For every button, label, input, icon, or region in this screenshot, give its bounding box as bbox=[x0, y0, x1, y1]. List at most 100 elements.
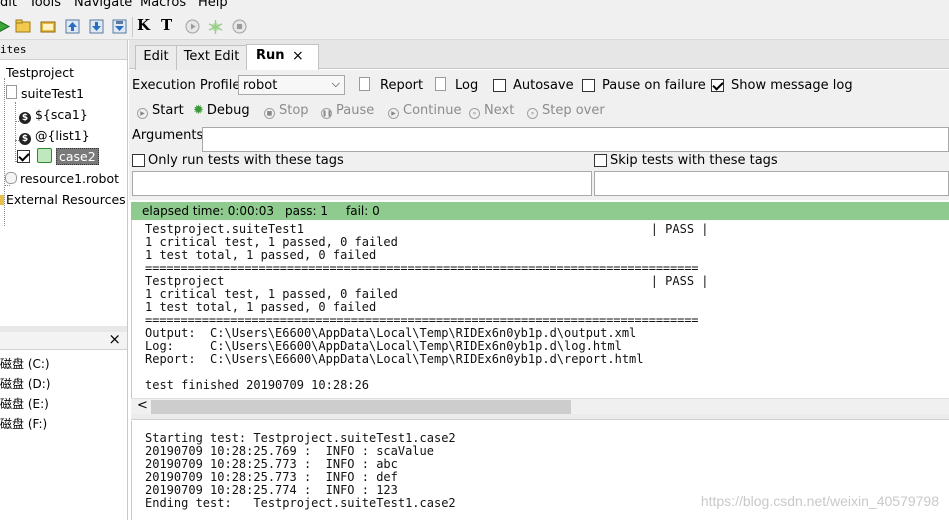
start-button[interactable]: ▶ Start bbox=[137, 103, 184, 119]
menu-help[interactable]: Help bbox=[198, 0, 228, 11]
tree-item-case-label: case2 bbox=[55, 148, 99, 165]
variable-icon: $ bbox=[19, 133, 31, 145]
log-button[interactable]: Log bbox=[455, 78, 478, 94]
resource-icon bbox=[5, 172, 17, 184]
tab-run[interactable]: Run × bbox=[246, 44, 319, 70]
drive-item-e[interactable]: 磁盘 (E:) bbox=[0, 395, 49, 413]
save-icon[interactable] bbox=[88, 18, 105, 35]
left-panel: ites Testproject suiteTest1 $ ${sca1} $ … bbox=[0, 40, 128, 520]
debug-bug-icon: ✹ bbox=[193, 103, 204, 118]
next-button[interactable]: » Next bbox=[469, 103, 514, 119]
test-suites-header: ites bbox=[0, 40, 127, 60]
continue-button[interactable]: ▶ Continue bbox=[388, 103, 461, 119]
scrollbar-thumb[interactable] bbox=[151, 400, 571, 414]
import-icon[interactable] bbox=[64, 18, 81, 35]
tree-item-list[interactable]: $ @{list1} bbox=[19, 127, 90, 145]
open-folder-icon[interactable] bbox=[15, 18, 32, 35]
chevron-down-icon: ⌵ bbox=[331, 77, 340, 90]
output-line: Report: C:\Users\E6600\AppData\Local\Tem… bbox=[145, 352, 644, 366]
folder-icon bbox=[0, 195, 4, 205]
open-directory-icon[interactable] bbox=[40, 18, 57, 35]
only-run-tags-label: Only run tests with these tags bbox=[148, 153, 344, 168]
menu-edit[interactable]: dit bbox=[0, 0, 17, 11]
tree-item-suite[interactable]: suiteTest1 bbox=[6, 85, 84, 103]
case-checkbox[interactable] bbox=[17, 150, 30, 163]
continue-icon: ▶ bbox=[388, 108, 399, 119]
autosave-checkbox[interactable] bbox=[493, 79, 506, 92]
pass-count: pass: 1 bbox=[285, 204, 328, 218]
report-button[interactable]: Report bbox=[380, 78, 423, 94]
toolbar: K T bbox=[0, 12, 949, 40]
output-console[interactable]: Testproject.suiteTest1 | PASS | 1 critic… bbox=[131, 220, 949, 398]
drive-item-f[interactable]: 磁盘 (F:) bbox=[0, 415, 47, 433]
console-splitter[interactable] bbox=[131, 414, 949, 420]
step-over-button[interactable]: » Step over bbox=[527, 103, 605, 119]
test-case-icon bbox=[36, 148, 52, 163]
log-icon bbox=[435, 77, 446, 91]
search-keywords-icon[interactable]: K bbox=[137, 16, 150, 34]
debug-bug-icon[interactable] bbox=[207, 18, 224, 35]
pause-on-failure-label: Pause on failure bbox=[602, 78, 706, 93]
output-line: test finished 20190709 10:28:26 bbox=[145, 378, 369, 392]
tree-item-resource-label: resource1.robot bbox=[20, 171, 119, 186]
start-icon: ▶ bbox=[137, 108, 148, 119]
watermark: https://blog.csdn.net/weixin_40579798 bbox=[700, 493, 939, 509]
execution-profile-label: Execution Profile: bbox=[132, 78, 245, 93]
menu-bar: dit Tools Navigate Macros Help bbox=[0, 0, 949, 12]
execution-profile-value: robot bbox=[243, 78, 278, 93]
tab-edit[interactable]: Edit bbox=[135, 45, 177, 70]
close-tab-icon[interactable]: × bbox=[292, 45, 304, 67]
suite-file-icon bbox=[6, 85, 17, 99]
run-status-bar: elapsed time: 0:00:03 pass: 1 fail: 0 bbox=[131, 202, 949, 220]
execution-profile-select[interactable]: robot ⌵ bbox=[238, 75, 345, 95]
skip-tags-input[interactable] bbox=[594, 171, 949, 196]
stop-button[interactable]: ■ Stop bbox=[264, 103, 309, 119]
show-message-log-checkbox[interactable] bbox=[711, 79, 724, 92]
editor-tabs: Edit Text Edit Run × bbox=[129, 40, 949, 70]
menu-macros[interactable]: Macros bbox=[140, 0, 186, 11]
report-icon bbox=[359, 77, 370, 91]
pause-on-failure-checkbox[interactable] bbox=[582, 79, 595, 92]
only-run-tags-checkbox[interactable] bbox=[132, 154, 145, 167]
elapsed-time: elapsed time: 0:00:03 bbox=[142, 204, 274, 218]
pause-icon: ❚❚ bbox=[321, 108, 333, 119]
skip-tags-label: Skip tests with these tags bbox=[610, 153, 778, 168]
variable-icon: $ bbox=[19, 112, 31, 124]
next-icon: » bbox=[469, 108, 480, 119]
horizontal-scrollbar[interactable]: < bbox=[131, 398, 949, 414]
stop-icon: ■ bbox=[264, 108, 275, 119]
save-all-icon[interactable] bbox=[111, 18, 128, 35]
tree-item-project[interactable]: Testproject bbox=[6, 64, 74, 82]
tree-item-external-label: External Resources bbox=[6, 192, 126, 207]
message-line: Ending test: Testproject.suiteTest1.case… bbox=[145, 496, 456, 510]
arguments-input[interactable] bbox=[202, 127, 949, 152]
run-icon[interactable] bbox=[184, 18, 201, 35]
fail-count: fail: 0 bbox=[346, 204, 380, 218]
menu-navigate[interactable]: Navigate bbox=[74, 0, 132, 11]
menu-tools[interactable]: Tools bbox=[29, 0, 61, 11]
step-over-icon: » bbox=[527, 108, 538, 119]
run-controls: Execution Profile: robot ⌵ Report Log Au… bbox=[129, 70, 949, 200]
drive-item-d[interactable]: 磁盘 (D:) bbox=[0, 375, 50, 393]
tree-item-list-label: @{list1} bbox=[34, 128, 90, 143]
tree-item-suite-label: suiteTest1 bbox=[21, 86, 85, 101]
only-run-tags-input[interactable] bbox=[132, 171, 592, 196]
tree-item-resource[interactable]: resource1.robot bbox=[5, 170, 119, 188]
debug-button[interactable]: ✹ Debug bbox=[193, 103, 250, 119]
scroll-left-icon[interactable]: < bbox=[137, 398, 148, 413]
tab-text-edit[interactable]: Text Edit bbox=[176, 45, 247, 70]
tree-item-external[interactable]: External Resources bbox=[0, 191, 126, 209]
tree-item-case[interactable]: case2 bbox=[17, 148, 99, 166]
drive-item-c[interactable]: 磁盘 (C:) bbox=[0, 355, 50, 373]
close-icon[interactable]: × bbox=[108, 330, 121, 348]
search-tests-icon[interactable]: T bbox=[161, 16, 172, 34]
tab-run-label: Run bbox=[256, 48, 285, 63]
arguments-label: Arguments: bbox=[132, 128, 208, 143]
pause-button[interactable]: ❚❚ Pause bbox=[321, 103, 374, 119]
play-icon[interactable] bbox=[0, 18, 11, 35]
skip-tags-checkbox[interactable] bbox=[594, 154, 607, 167]
stop-icon[interactable] bbox=[231, 18, 248, 35]
tree-item-scalar-label: ${sca1} bbox=[34, 107, 88, 122]
tree-item-scalar[interactable]: $ ${sca1} bbox=[19, 106, 88, 124]
file-explorer-header: × bbox=[0, 330, 127, 350]
